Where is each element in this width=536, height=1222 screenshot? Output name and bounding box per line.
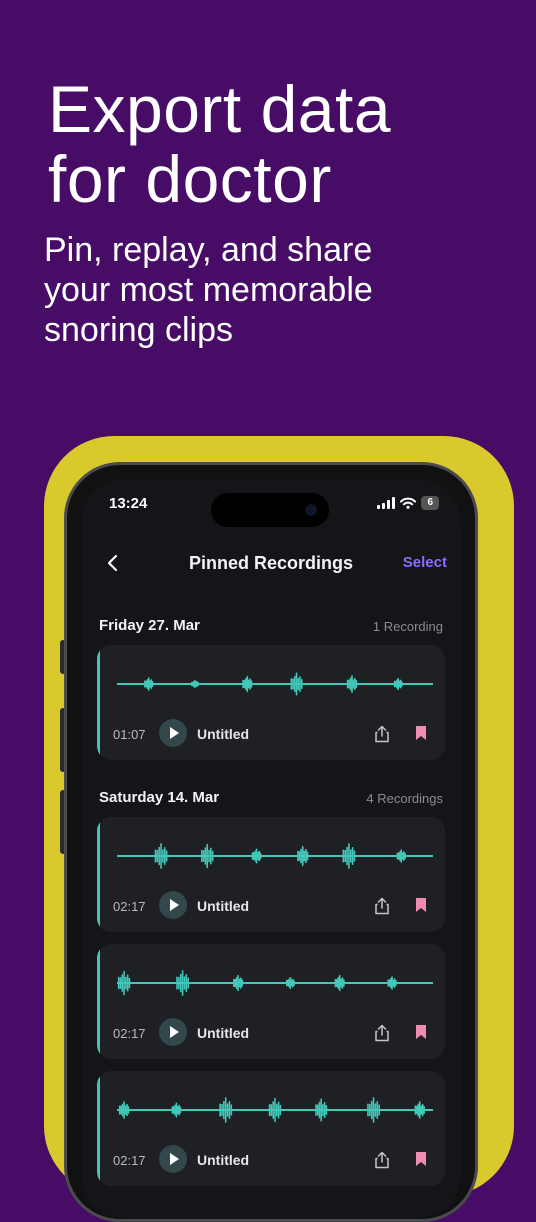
section-header: Friday 27. Mar 1 Recording <box>99 617 443 637</box>
recording-name: Untitled <box>197 1025 250 1041</box>
play-button[interactable] <box>159 1145 187 1173</box>
waveform <box>117 970 433 996</box>
section-header: Saturday 14. Mar 4 Recordings <box>99 789 443 809</box>
promo-subhead: Pin, replay, and share your most memorab… <box>44 230 373 350</box>
signal-icon <box>377 497 396 509</box>
recording-card[interactable]: 02:17 Untitled <box>97 944 445 1059</box>
recording-name: Untitled <box>197 1152 250 1168</box>
share-icon[interactable] <box>374 897 390 915</box>
select-button[interactable]: Select <box>403 554 447 571</box>
front-camera <box>305 504 317 516</box>
recording-card[interactable]: 01:07 Untitled <box>97 645 445 760</box>
wifi-icon <box>400 497 417 509</box>
play-button[interactable] <box>159 891 187 919</box>
section-count: 4 Recordings <box>366 791 443 806</box>
subhead-line-2: your most memorable <box>44 271 373 309</box>
share-icon[interactable] <box>374 1024 390 1042</box>
section-count: 1 Recording <box>372 619 443 634</box>
card-accent-bar <box>97 645 100 760</box>
subhead-line-3: snoring clips <box>44 311 233 349</box>
section-date: Saturday 14. Mar <box>99 789 220 806</box>
recording-name: Untitled <box>197 726 250 742</box>
card-accent-bar <box>97 944 100 1059</box>
waveform <box>117 1097 433 1123</box>
waveform <box>117 843 433 869</box>
bookmark-icon[interactable] <box>415 725 427 741</box>
status-time: 13:24 <box>109 495 148 512</box>
recording-name: Untitled <box>197 898 250 914</box>
play-button[interactable] <box>159 1018 187 1046</box>
recording-duration: 01:07 <box>113 727 146 742</box>
headline-line-1: Export data <box>48 72 392 146</box>
dynamic-island <box>211 493 329 527</box>
battery-icon: 6 <box>421 496 439 510</box>
play-icon <box>170 727 179 739</box>
phone-device: 13:24 6 Pinned Recordings Select Friday … <box>64 462 478 1222</box>
recording-card[interactable]: 02:17 Untitled <box>97 1071 445 1186</box>
recording-card[interactable]: 02:17 Untitled <box>97 817 445 932</box>
subhead-line-1: Pin, replay, and share <box>44 231 373 269</box>
recording-duration: 02:17 <box>113 899 146 914</box>
recording-duration: 02:17 <box>113 1153 146 1168</box>
headline-line-2: for doctor <box>48 142 332 216</box>
section-date: Friday 27. Mar <box>99 617 200 634</box>
play-icon <box>170 899 179 911</box>
bookmark-icon[interactable] <box>415 1024 427 1040</box>
bookmark-icon[interactable] <box>415 897 427 913</box>
play-button[interactable] <box>159 719 187 747</box>
play-icon <box>170 1026 179 1038</box>
phone-screen: 13:24 6 Pinned Recordings Select Friday … <box>81 479 461 1219</box>
card-accent-bar <box>97 817 100 932</box>
share-icon[interactable] <box>374 725 390 743</box>
promo-headline: Export data for doctor <box>48 74 391 214</box>
waveform <box>117 672 433 696</box>
nav-bar: Pinned Recordings Select <box>81 543 461 583</box>
play-icon <box>170 1153 179 1165</box>
share-icon[interactable] <box>374 1151 390 1169</box>
recording-duration: 02:17 <box>113 1026 146 1041</box>
card-accent-bar <box>97 1071 100 1186</box>
bookmark-icon[interactable] <box>415 1151 427 1167</box>
status-icons: 6 <box>377 496 439 510</box>
